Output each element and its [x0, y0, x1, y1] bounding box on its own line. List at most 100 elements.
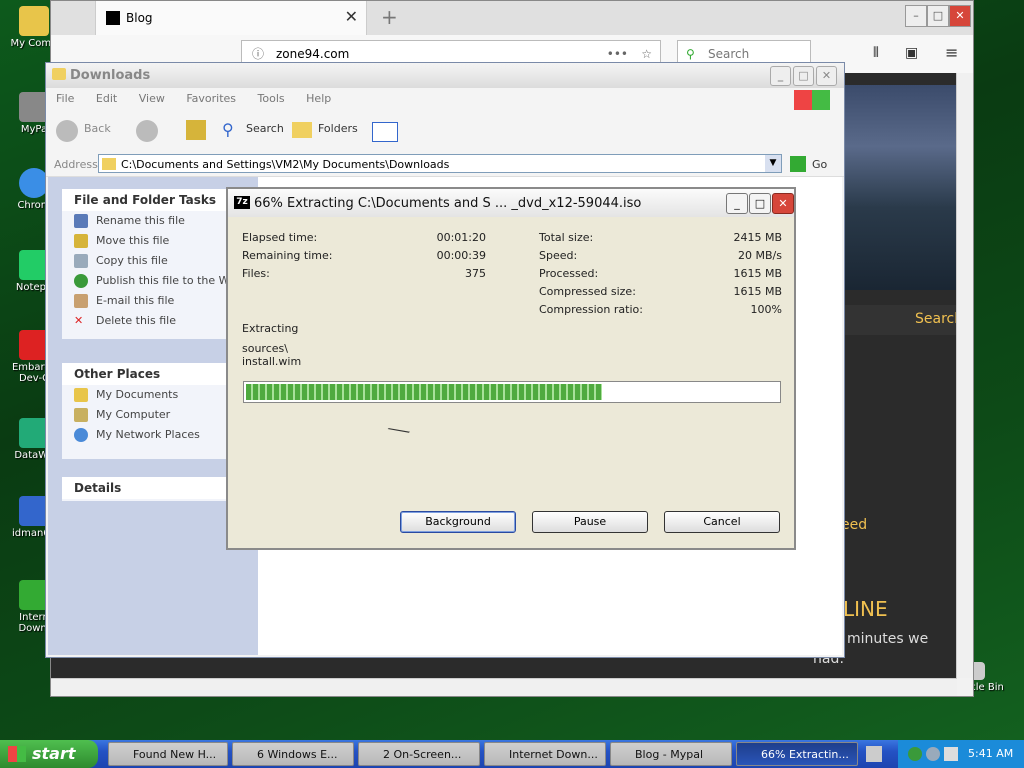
menu-edit[interactable]: Edit: [86, 88, 125, 105]
explorer-maximize-button[interactable]: □: [793, 66, 814, 86]
mouse-cursor-icon: ⟍: [385, 416, 414, 447]
network-icon: [74, 428, 88, 442]
browser-close-button[interactable]: ✕: [949, 5, 971, 27]
dialog-close-button[interactable]: ✕: [772, 193, 794, 214]
browser-tab-blog[interactable]: Blog ✕: [95, 1, 367, 35]
views-icon[interactable]: [372, 122, 398, 142]
up-folder-icon[interactable]: [186, 120, 206, 140]
page-vertical-scrollbar[interactable]: [956, 73, 973, 678]
back-button[interactable]: Back: [84, 122, 111, 135]
address-folder-icon: [102, 158, 116, 170]
forward-arrow-icon[interactable]: [136, 120, 158, 142]
page-horizontal-scrollbar[interactable]: [51, 678, 957, 696]
keyboard-icon[interactable]: [866, 746, 882, 762]
speed-label: Speed:: [539, 249, 578, 262]
browser-tabbar: Blog ✕ + – □ ✕: [51, 1, 973, 35]
page-fragment-minutes: minutes we: [847, 631, 929, 647]
sidebar-icon[interactable]: ▣: [905, 45, 918, 61]
back-arrow-icon[interactable]: [56, 120, 78, 142]
task-rename[interactable]: Rename this file: [62, 211, 246, 231]
system-tray: 5:41 AM: [898, 740, 1024, 768]
explorer-close-button[interactable]: ✕: [816, 66, 837, 86]
remaining-label: Remaining time:: [242, 249, 333, 262]
email-icon: [74, 294, 88, 308]
file-folder-tasks-title[interactable]: File and Folder Tasks: [62, 189, 246, 211]
task-publish[interactable]: Publish this file to the Web: [62, 271, 246, 291]
my-documents-icon: [74, 388, 88, 402]
start-button[interactable]: start: [0, 740, 98, 768]
go-button[interactable]: Go: [812, 158, 827, 171]
new-tab-icon[interactable]: +: [381, 5, 398, 29]
place-my-network[interactable]: My Network Places: [62, 425, 246, 445]
dialog-title: 66% Extracting C:\Documents and S ... _d…: [254, 196, 642, 211]
task-internet-download[interactable]: Internet Down...: [484, 742, 606, 766]
network-tray-icon[interactable]: [908, 747, 922, 761]
address-dropdown-icon[interactable]: ▼: [765, 155, 781, 172]
processed-label: Processed:: [539, 267, 599, 280]
menu-file[interactable]: File: [46, 88, 82, 105]
task-delete[interactable]: ✕ Delete this file: [62, 311, 246, 331]
extract-progress-bar: [243, 381, 781, 403]
compression-ratio-value: 100%: [750, 303, 782, 316]
browser-minimize-button[interactable]: –: [905, 5, 927, 27]
7zip-icon: 7z: [234, 196, 250, 209]
explorer-titlebar[interactable]: Downloads _ □ ✕: [46, 63, 844, 88]
clock[interactable]: 5:41 AM: [968, 740, 1013, 768]
url-text: zone94.com: [276, 47, 350, 61]
dialog-titlebar[interactable]: 7z 66% Extracting C:\Documents and S ...…: [228, 189, 794, 217]
total-size-value: 2415 MB: [733, 231, 782, 244]
menu-favorites[interactable]: Favorites: [176, 88, 244, 105]
progress-fill: [246, 384, 602, 400]
menu-icon[interactable]: ≡: [945, 43, 958, 62]
volume-tray-icon[interactable]: [926, 747, 940, 761]
background-button[interactable]: Background: [400, 511, 516, 533]
dialog-minimize-button[interactable]: _: [726, 193, 748, 214]
task-windows-explorer[interactable]: 6 Windows E...: [232, 742, 354, 766]
windows-flag-icon: [8, 746, 26, 762]
search-placeholder: Search: [708, 47, 750, 61]
details-title[interactable]: Details: [62, 477, 246, 499]
library-icon[interactable]: ⫴: [873, 45, 879, 61]
tab-close-icon[interactable]: ✕: [345, 7, 358, 26]
address-label: Address: [54, 158, 98, 171]
browser-maximize-button[interactable]: □: [927, 5, 949, 27]
address-field[interactable]: C:\Documents and Settings\VM2\My Documen…: [98, 154, 782, 173]
compression-ratio-label: Compression ratio:: [539, 303, 643, 316]
menu-help[interactable]: Help: [296, 88, 339, 105]
place-my-documents[interactable]: My Documents: [62, 385, 246, 405]
current-file: install.wim: [242, 355, 302, 368]
explorer-minimize-button[interactable]: _: [770, 66, 791, 86]
extracting-status: Extracting: [242, 322, 299, 335]
current-folder: sources\: [242, 342, 288, 355]
task-on-screen-keyboard[interactable]: 2 On-Screen...: [358, 742, 480, 766]
task-copy[interactable]: Copy this file: [62, 251, 246, 271]
explorer-toolbar: Back ⚲ Search Folders: [46, 110, 844, 153]
other-places-panel: Other Places My Documents My Computer My…: [62, 363, 246, 459]
cancel-button[interactable]: Cancel: [664, 511, 780, 533]
processed-value: 1615 MB: [733, 267, 782, 280]
task-7zip-extracting[interactable]: 66% Extractin...: [736, 742, 858, 766]
dialog-maximize-button[interactable]: □: [749, 193, 771, 214]
other-places-title[interactable]: Other Places: [62, 363, 246, 385]
page-search-area: Search: [843, 305, 963, 335]
folders-button[interactable]: Folders: [318, 122, 358, 135]
task-found-new-hardware[interactable]: Found New H...: [108, 742, 228, 766]
search-button[interactable]: Search: [246, 122, 284, 135]
place-my-computer[interactable]: My Computer: [62, 405, 246, 425]
tray-icon[interactable]: [944, 747, 958, 761]
move-icon: [74, 234, 88, 248]
task-email[interactable]: E-mail this file: [62, 291, 246, 311]
pause-button[interactable]: Pause: [532, 511, 648, 533]
explorer-menubar: File Edit View Favorites Tools Help: [46, 88, 844, 111]
page-fragment-line: LINE: [843, 597, 888, 621]
go-arrow-icon[interactable]: [790, 156, 806, 172]
compressed-size-value: 1615 MB: [733, 285, 782, 298]
menu-view[interactable]: View: [129, 88, 173, 105]
task-move[interactable]: Move this file: [62, 231, 246, 251]
search-magnifier-icon: ⚲: [222, 120, 234, 139]
tab-favicon-icon: [106, 11, 120, 25]
menu-tools[interactable]: Tools: [248, 88, 293, 105]
my-computer-icon: [19, 6, 49, 36]
task-blog-mypal[interactable]: Blog - Mypal: [610, 742, 732, 766]
tab-title: Blog: [126, 11, 153, 25]
